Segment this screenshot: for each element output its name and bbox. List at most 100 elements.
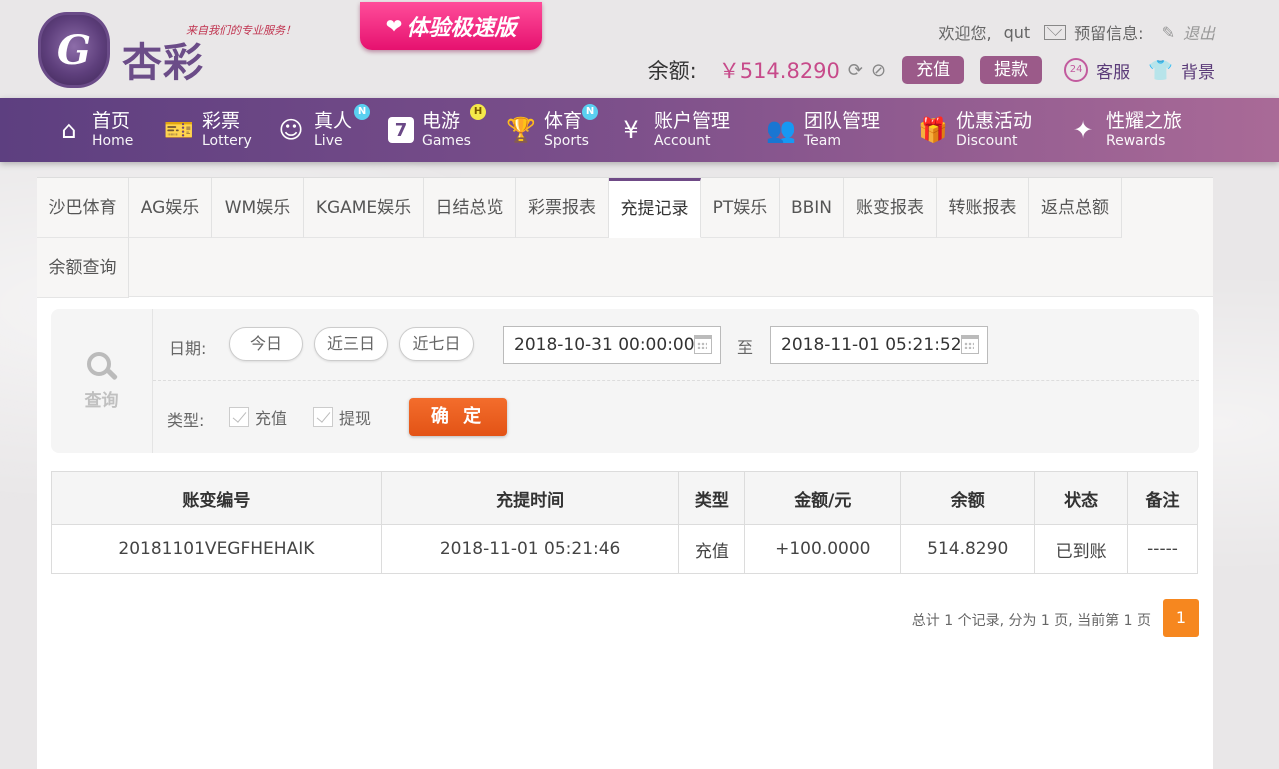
refresh-icon[interactable]: ⟳ (848, 60, 863, 81)
tab-lottery-report[interactable]: 彩票报表 (516, 178, 609, 238)
logo-text: 杏彩 (122, 39, 204, 86)
account-icon: ¥ (623, 116, 639, 144)
type-row: 类型: 充值 提现 确 定 (153, 381, 1199, 453)
column-header: 余额 (900, 471, 1036, 525)
nav-sublabel: Lottery (202, 133, 252, 149)
tab-ag[interactable]: AG娱乐 (129, 178, 212, 238)
nav-live[interactable]: ☺ 真人 Live N (276, 98, 370, 162)
tab-rebate-total[interactable]: 返点总额 (1029, 178, 1122, 238)
team-icon: 👥 (766, 116, 796, 144)
transaction-id-cell: 20181101VEGFHEHAIK (51, 524, 382, 574)
report-panel: 沙巴体育 AG娱乐 WM娱乐 KGAME娱乐 日结总览 彩票报表 充提记录 PT… (37, 177, 1213, 769)
checkbox-label: 提现 (339, 409, 372, 428)
hide-balance-icon[interactable]: ⊘ (871, 60, 886, 81)
customer-service-icon[interactable]: 24 (1064, 58, 1089, 82)
today-chip[interactable]: 今日 (229, 327, 303, 361)
nav-sublabel: Sports (544, 133, 589, 149)
tab-bbin[interactable]: BBIN (780, 178, 844, 238)
checkbox-icon[interactable] (229, 407, 249, 427)
pagination: 总计 1 个记录, 分为 1 页, 当前第 1 页 1 (51, 597, 1199, 637)
nav-sports[interactable]: 🏆 体育 Sports N (506, 98, 598, 162)
column-header: 金额/元 (744, 471, 902, 525)
date-from-field[interactable]: 2018-10-31 00:00:00 (503, 326, 721, 364)
home-icon: ⌂ (61, 116, 77, 144)
header: G 杏彩 来自我们的专业服务！ ❤ 体验极速版 欢迎您, qut 预留信息: ✎… (0, 0, 1279, 98)
confirm-button[interactable]: 确 定 (409, 398, 507, 436)
search-icon (86, 351, 118, 382)
type-cell: 充值 (678, 524, 746, 574)
tab-account-changes[interactable]: 账变报表 (844, 178, 937, 238)
tab-daily-overview[interactable]: 日结总览 (424, 178, 516, 238)
tab-pt[interactable]: PT娱乐 (701, 178, 780, 238)
status-cell: 已到账 (1034, 524, 1129, 574)
calendar-icon[interactable] (961, 335, 979, 354)
column-header: 账变编号 (51, 471, 382, 525)
nav-label: 账户管理 (654, 110, 731, 132)
nav-games[interactable]: 7 电游 Games H (388, 98, 486, 162)
nav-label: 优惠活动 (956, 110, 1033, 132)
logo-badge: G (38, 12, 110, 88)
deposit-button[interactable]: 充值 (902, 56, 965, 84)
nav-discount[interactable]: 🎁 优惠活动 Discount (918, 98, 1032, 162)
withdraw-button[interactable]: 提款 (980, 56, 1043, 84)
logo-slogan: 来自我们的专业服务！ (186, 24, 296, 37)
tab-transfer-report[interactable]: 转账报表 (937, 178, 1029, 238)
hot-badge: H (470, 104, 486, 120)
to-label: 至 (737, 338, 754, 357)
new-badge: N (354, 104, 370, 120)
nav-account[interactable]: ¥ 账户管理 Account (616, 98, 730, 162)
nav-sublabel: Home (92, 133, 134, 149)
date-label: 日期: (169, 339, 207, 358)
games-icon: 7 (388, 117, 414, 143)
amount-cell: +100.0000 (744, 524, 902, 574)
username: qut (1003, 22, 1031, 42)
page-button-current[interactable]: 1 (1163, 599, 1199, 637)
tab-deposit-withdraw[interactable]: 充提记录 (609, 178, 701, 238)
nav-label: 彩票 (202, 110, 241, 132)
type-label: 类型: (167, 411, 205, 430)
search-side: 查询 (51, 309, 153, 453)
tab-saba-sports[interactable]: 沙巴体育 (37, 178, 129, 238)
tab-wm[interactable]: WM娱乐 (212, 178, 304, 238)
search-form: 查询 日期: 今日 近三日 近七日 2018-10-31 00:00:00 至 … (51, 309, 1199, 453)
date-to-field[interactable]: 2018-11-01 05:21:52 (770, 326, 988, 364)
mail-icon[interactable] (1044, 24, 1067, 40)
date-from-value: 2018-10-31 00:00:00 (514, 335, 695, 355)
deposit-checkbox[interactable]: 充值 (229, 405, 287, 429)
last-seven-days-chip[interactable]: 近七日 (399, 327, 474, 361)
checkbox-icon[interactable] (313, 407, 333, 427)
nav-sublabel: Account (654, 133, 711, 149)
customer-service-link[interactable]: 客服 (1096, 58, 1130, 83)
records-table: 账变编号 充提时间 类型 金额/元 余额 状态 备注 20181101VEGFH… (51, 471, 1198, 574)
calendar-icon[interactable] (694, 335, 712, 354)
nav-home[interactable]: ⌂ 首页 Home (54, 98, 133, 162)
speed-version-button[interactable]: ❤ 体验极速版 (360, 2, 542, 50)
balance-value: ￥514.8290 (718, 59, 840, 83)
gift-icon: 🎁 (918, 116, 948, 144)
nav-sublabel: Team (804, 133, 842, 149)
withdraw-checkbox[interactable]: 提现 (313, 405, 371, 429)
last-three-days-chip[interactable]: 近三日 (314, 327, 388, 361)
tab-balance-query[interactable]: 余额查询 (37, 238, 129, 298)
logout-link[interactable]: 退出 (1183, 20, 1215, 44)
nav-team[interactable]: 👥 团队管理 Team (766, 98, 880, 162)
reserved-info-link[interactable]: 预留信息: (1074, 20, 1143, 44)
pagination-summary: 总计 1 个记录, 分为 1 页, 当前第 1 页 (911, 613, 1151, 629)
shirt-icon[interactable]: 👕 (1148, 58, 1173, 82)
column-header: 充提时间 (380, 471, 680, 525)
tab-kgame[interactable]: KGAME娱乐 (304, 178, 424, 238)
background-link[interactable]: 背景 (1181, 58, 1215, 83)
column-header: 备注 (1127, 471, 1198, 525)
welcome-row: 欢迎您, qut 预留信息: ✎ 退出 (939, 20, 1216, 44)
nav-rewards[interactable]: ✦ 性耀之旅 Rewards (1068, 98, 1182, 162)
balance-row: 余额: ￥514.8290 ⟳ ⊘ 充值 提款 24 客服 👕 背景 (648, 54, 1215, 86)
balance-label: 余额: (647, 59, 697, 83)
date-row: 日期: 今日 近三日 近七日 2018-10-31 00:00:00 至 201… (153, 309, 1199, 381)
heart-icon: ❤ (385, 14, 403, 38)
trophy-icon: 🏆 (506, 116, 536, 144)
remark-cell: ----- (1127, 524, 1198, 574)
report-tabs: 沙巴体育 AG娱乐 WM娱乐 KGAME娱乐 日结总览 彩票报表 充提记录 PT… (37, 177, 1213, 298)
checkbox-label: 充值 (255, 409, 288, 428)
nav-sublabel: Games (422, 133, 471, 149)
nav-lottery[interactable]: 🎫 彩票 Lottery (164, 98, 252, 162)
